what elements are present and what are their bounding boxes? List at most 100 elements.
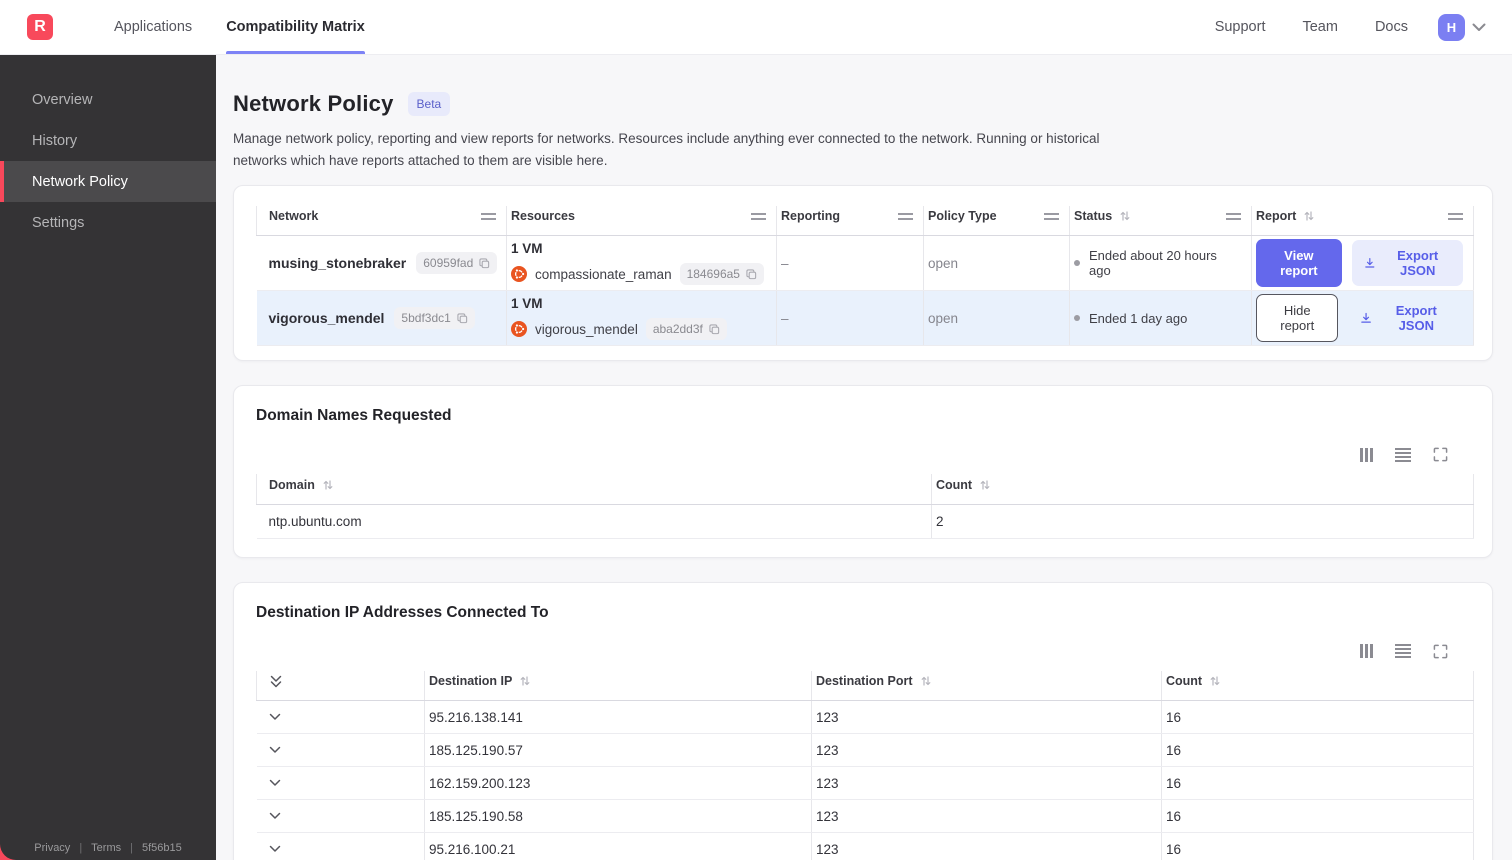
col-header-network[interactable]: Network <box>256 205 507 237</box>
col-header-status[interactable]: Status <box>1069 205 1252 237</box>
terms-link[interactable]: Terms <box>91 842 121 854</box>
sort-icon[interactable] <box>1303 210 1315 222</box>
nav-right: Support Team Docs H <box>1178 0 1486 54</box>
vm-count: 1 VM <box>511 296 543 312</box>
columns-icon[interactable] <box>1360 447 1373 462</box>
fullscreen-icon[interactable] <box>1433 644 1448 659</box>
chevron-down-icon[interactable] <box>269 713 415 721</box>
table-row[interactable]: ntp.ubuntu.com 2 <box>256 504 1474 539</box>
col-header-reporting[interactable]: Reporting <box>776 205 924 237</box>
hide-report-button[interactable]: Hide report <box>1256 294 1339 343</box>
sort-icon[interactable] <box>519 675 531 687</box>
sort-icon[interactable] <box>979 479 991 491</box>
export-json-button[interactable]: Export JSON <box>1351 240 1463 287</box>
network-policy-table: Network Resources Reporting Policy Type … <box>256 205 1474 347</box>
count-value: 16 <box>1161 733 1474 768</box>
col-header-resources[interactable]: Resources <box>506 205 777 237</box>
copy-icon <box>746 269 757 279</box>
destination-ip-value: 95.216.100.21 <box>424 832 812 860</box>
column-resize-handle[interactable] <box>751 212 766 220</box>
sidebar-item-settings[interactable]: Settings <box>0 202 216 243</box>
resource-id-badge[interactable]: 184696a5 <box>679 263 764 286</box>
chevron-down-icon[interactable] <box>269 812 415 820</box>
resource-name: vigorous_mendel <box>535 321 638 337</box>
row-density-icon[interactable] <box>1395 644 1411 659</box>
count-value: 16 <box>1161 832 1474 860</box>
destination-port-value: 123 <box>811 832 1162 860</box>
nav-link-docs[interactable]: Docs <box>1375 19 1408 35</box>
card-title: Domain Names Requested <box>256 407 452 425</box>
copy-icon <box>457 313 467 323</box>
network-id-badge[interactable]: 5bdf3dc1 <box>394 307 475 330</box>
nav-link-support[interactable]: Support <box>1215 19 1266 35</box>
count-value: 16 <box>1161 700 1474 735</box>
sort-icon[interactable] <box>1119 210 1131 222</box>
copy-icon <box>479 258 490 268</box>
column-resize-handle[interactable] <box>1044 212 1059 220</box>
table-row[interactable]: musing_stonebraker 60959fad 1 VM compassio… <box>256 235 1474 292</box>
col-header-destination-ip[interactable]: Destination IP <box>424 670 812 702</box>
destination-ip-value: 162.159.200.123 <box>424 766 812 801</box>
nav-tab-applications[interactable]: Applications <box>114 0 192 54</box>
column-resize-handle[interactable] <box>481 212 496 220</box>
column-resize-handle[interactable] <box>1448 212 1463 220</box>
table-row[interactable]: 185.125.190.57 123 16 <box>256 733 1474 768</box>
sort-icon[interactable] <box>920 675 932 687</box>
col-header-destination-port[interactable]: Destination Port <box>811 670 1162 702</box>
user-avatar[interactable]: H <box>1438 13 1465 41</box>
privacy-link[interactable]: Privacy <box>34 842 70 854</box>
resource-id-badge[interactable]: aba2dd3f <box>645 318 727 341</box>
table-row[interactable]: 95.216.138.141 123 16 <box>256 700 1474 735</box>
row-density-icon[interactable] <box>1395 447 1411 462</box>
columns-icon[interactable] <box>1360 644 1373 659</box>
col-header-count[interactable]: Count <box>1161 670 1474 702</box>
sidebar-item-history[interactable]: History <box>0 120 216 161</box>
sort-icon[interactable] <box>1209 675 1221 687</box>
sidebar-item-overview[interactable]: Overview <box>0 79 216 120</box>
reporting-value: – <box>776 290 924 347</box>
ubuntu-icon <box>511 266 527 283</box>
policy-type-value: open <box>923 235 1070 292</box>
sidebar-footer: Privacy | Terms | 5f56b15 <box>0 842 216 854</box>
chevron-down-icon[interactable] <box>269 779 415 787</box>
sidebar-item-network-policy[interactable]: Network Policy <box>0 161 216 202</box>
destination-port-value: 123 <box>811 799 1162 834</box>
col-header-expand-all[interactable] <box>256 670 425 702</box>
nav-tab-compatibility-matrix[interactable]: Compatibility Matrix <box>226 0 365 54</box>
chevron-down-icon[interactable] <box>1472 23 1486 32</box>
destination-ips-table: Destination IP Destination Port Count 95… <box>256 670 1474 860</box>
table-row[interactable]: 185.125.190.58 123 16 <box>256 799 1474 834</box>
resource-name: compassionate_raman <box>535 266 672 282</box>
copy-icon <box>709 324 720 334</box>
fullscreen-icon[interactable] <box>1433 447 1448 462</box>
sort-icon[interactable] <box>322 479 334 491</box>
column-resize-handle[interactable] <box>898 212 913 220</box>
main-content: Network Policy Beta Manage network polic… <box>216 55 1512 860</box>
view-report-button[interactable]: View report <box>1256 239 1342 288</box>
nav-link-team[interactable]: Team <box>1302 19 1337 35</box>
col-header-policy-type[interactable]: Policy Type <box>923 205 1070 237</box>
domain-value: ntp.ubuntu.com <box>256 504 932 539</box>
brand-logo[interactable]: R <box>27 14 53 40</box>
table-row[interactable]: 95.216.100.21 123 16 <box>256 832 1474 860</box>
network-name: musing_stonebraker <box>268 255 407 272</box>
domain-names-table: Domain Count ntp.ubuntu.com 2 <box>256 474 1474 539</box>
footer-divider: | <box>130 842 133 854</box>
status-text: Ended about 20 hours ago <box>1089 248 1217 279</box>
network-id-badge[interactable]: 60959fad <box>416 252 498 275</box>
chevron-down-icon[interactable] <box>269 746 415 754</box>
col-header-count[interactable]: Count <box>931 474 1474 505</box>
column-resize-handle[interactable] <box>1226 212 1241 220</box>
col-header-domain[interactable]: Domain <box>256 474 932 505</box>
col-header-report[interactable]: Report <box>1251 205 1474 237</box>
status-dot-icon <box>1074 315 1080 322</box>
nav-tabs: Applications Compatibility Matrix <box>114 0 399 54</box>
chevron-down-icon[interactable] <box>269 845 415 853</box>
card-title: Destination IP Addresses Connected To <box>256 603 549 621</box>
download-icon <box>1364 258 1375 268</box>
table-row[interactable]: vigorous_mendel 5bdf3dc1 1 VM vigorous_men… <box>256 290 1474 347</box>
table-row[interactable]: 162.159.200.123 123 16 <box>256 766 1474 801</box>
export-json-button[interactable]: Export JSON <box>1348 295 1463 341</box>
download-icon <box>1361 313 1372 323</box>
page-description: Manage network policy, reporting and vie… <box>233 131 1100 168</box>
